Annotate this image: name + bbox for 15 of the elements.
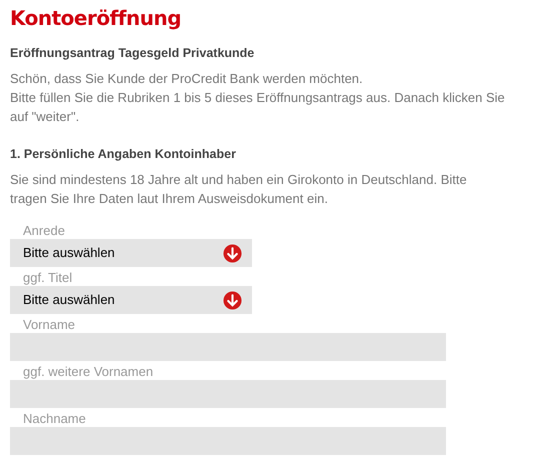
- section-heading: 1. Persönliche Angaben Kontoinhaber: [10, 146, 237, 162]
- section-heading: Eröffnungsantrag Tagesgeld Privatkunde: [10, 45, 256, 61]
- input-field[interactable]: [10, 333, 446, 361]
- section-text: Sie sind mindestens 18 Jahre alt und haben ein Girokonto in Deutschland. Bitte tragen Sie Ihre Daten laut Ihrem Ausweisdokument ein.: [10, 171, 468, 208]
- input-field[interactable]: [10, 380, 446, 408]
- input-field[interactable]: [10, 427, 446, 455]
- select-field[interactable]: Bitte auswählen: [10, 239, 252, 267]
- page-title: Kontoeröffnung: [10, 6, 182, 30]
- intro-text: Schön, dass Sie Kunde der ProCredit Bank werden möchten. Bitte füllen Sie die Rubriken 1 bis 5 dieses Eröffnungsantrags aus. Danach klicken Sie auf "weiter".: [10, 70, 506, 126]
- select-field[interactable]: Bitte auswählen: [10, 286, 252, 314]
- field-label: ggf. weitere Vornamen: [22, 364, 154, 380]
- field-label: Vorname: [22, 317, 76, 333]
- field-label: Anrede: [22, 223, 65, 239]
- field-label: ggf. Titel: [22, 270, 72, 286]
- field-label: Nachname: [22, 411, 86, 427]
